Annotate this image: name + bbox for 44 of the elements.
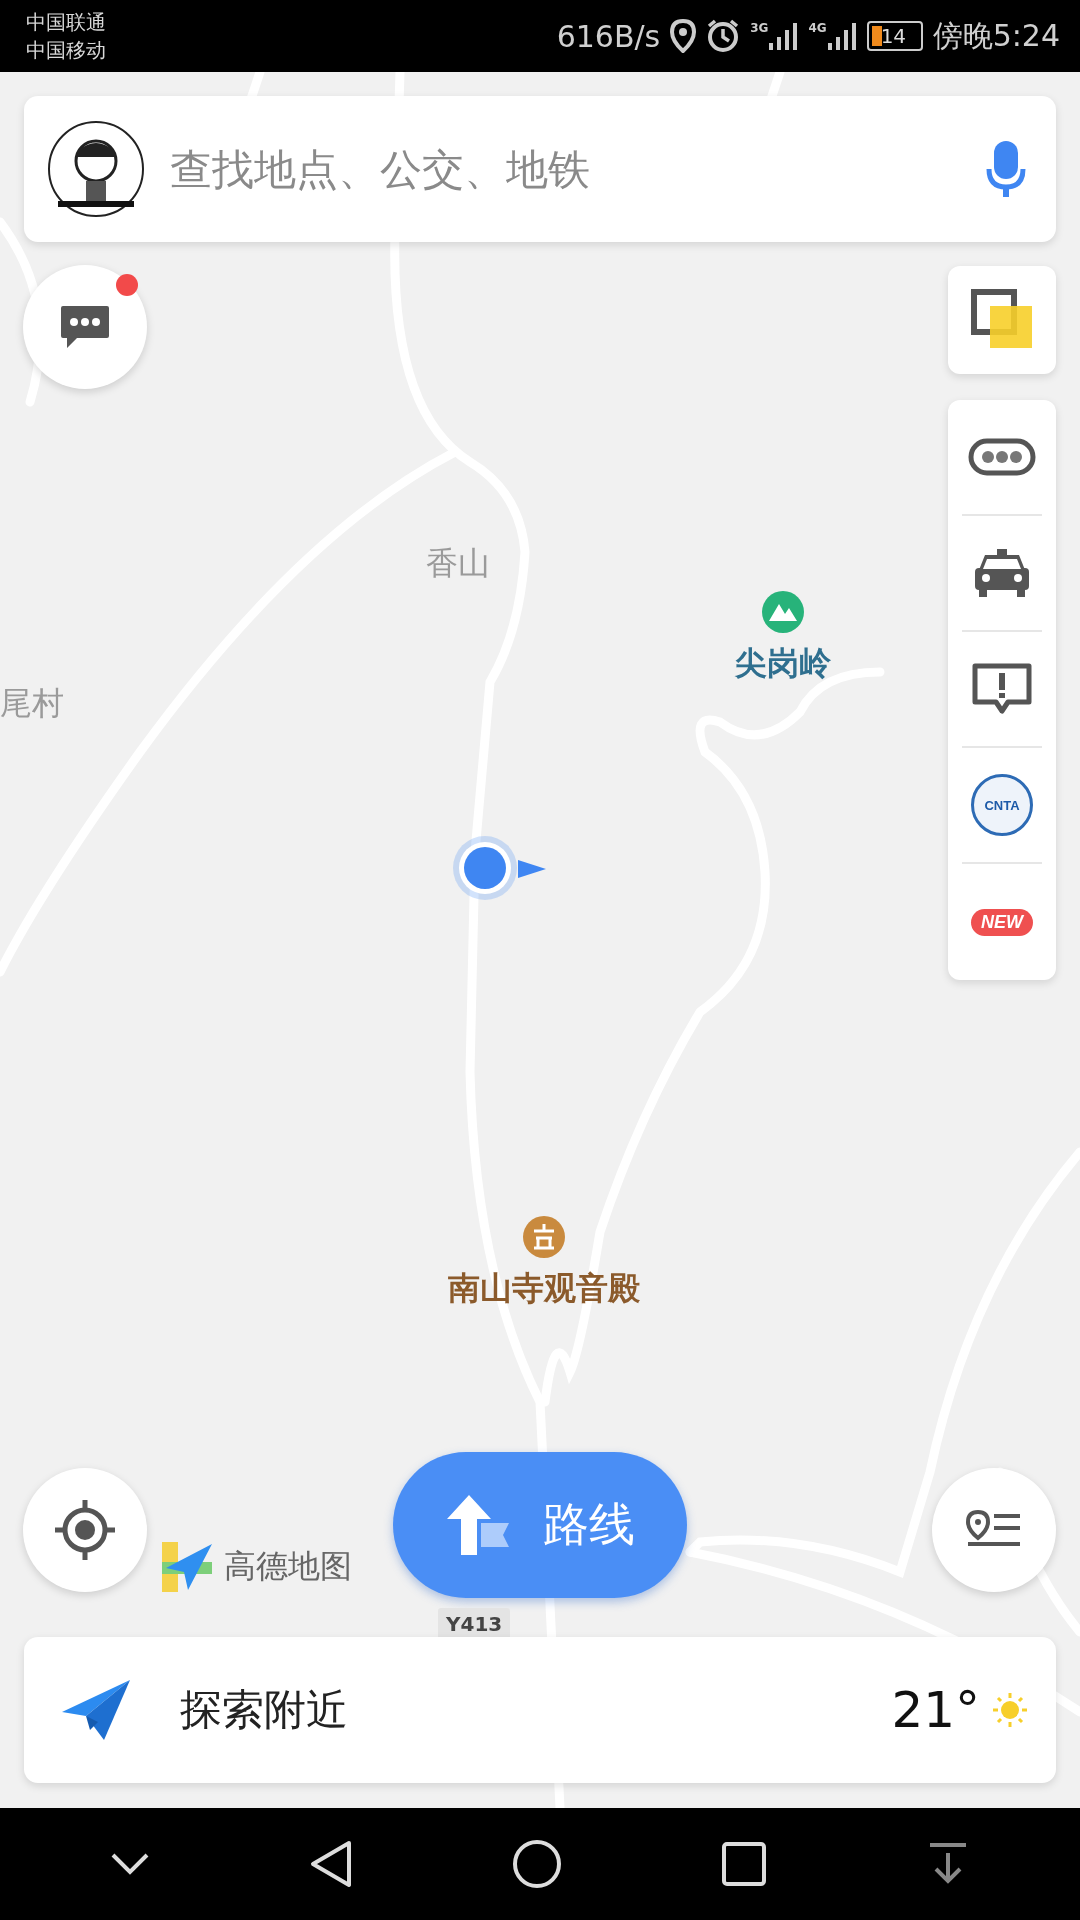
cnta-button[interactable]: CNTA — [962, 748, 1042, 864]
network-type: 4G — [808, 21, 827, 35]
poi-list-button[interactable] — [932, 1468, 1056, 1592]
network-speed: 616B/s — [556, 18, 661, 54]
cnta-logo: CNTA — [971, 774, 1033, 836]
explore-nearby-card[interactable]: 探索附近 21° — [24, 1637, 1056, 1783]
new-feature-button[interactable]: NEW — [962, 864, 1042, 980]
microphone-icon[interactable] — [986, 139, 1026, 199]
layers-button[interactable] — [948, 266, 1056, 374]
battery-indicator: 14 — [866, 21, 923, 51]
paper-plane-icon — [60, 1678, 132, 1742]
alert-bubble-icon — [972, 663, 1032, 715]
route-button[interactable]: 路线 — [393, 1452, 687, 1598]
clock: 傍晚5:24 — [932, 16, 1060, 55]
car-icon — [973, 548, 1031, 598]
road-number-label: Y413 — [438, 1608, 511, 1640]
recents-icon[interactable] — [721, 1841, 768, 1887]
avatar[interactable] — [48, 121, 144, 217]
sun-icon — [992, 1692, 1028, 1728]
signal-icon — [768, 21, 799, 51]
explore-nearby-label: 探索附近 — [180, 1684, 349, 1736]
back-icon[interactable] — [308, 1839, 353, 1889]
temperature: 21° — [891, 1681, 980, 1739]
new-badge: NEW — [971, 908, 1033, 936]
poi-label[interactable]: 南山寺观音殿 — [448, 1267, 640, 1311]
logo-text: 高德地图 — [224, 1546, 352, 1587]
crosshair-icon — [53, 1498, 117, 1562]
carrier-name: 中国联通 — [26, 9, 106, 36]
chat-icon — [59, 304, 111, 350]
traffic-icon — [968, 438, 1036, 476]
temple-icon — [522, 1215, 566, 1259]
network-type: 3G — [750, 21, 769, 35]
location-pin-icon — [670, 19, 697, 53]
signal-icon — [826, 21, 857, 51]
poi-label[interactable]: 尖岗岭 — [735, 642, 831, 686]
place-label: 尾村 — [0, 683, 64, 724]
mountain-icon — [761, 590, 805, 634]
place-label: 香山 — [426, 543, 490, 584]
alarm-clock-icon — [706, 19, 741, 53]
chevron-down-icon[interactable] — [109, 1852, 150, 1876]
carrier-name: 中国移动 — [26, 37, 106, 64]
search-field[interactable]: 查找地点、公交、地铁 — [168, 138, 962, 200]
home-icon[interactable] — [511, 1839, 562, 1889]
search-bar[interactable]: 查找地点、公交、地铁 — [24, 96, 1056, 242]
